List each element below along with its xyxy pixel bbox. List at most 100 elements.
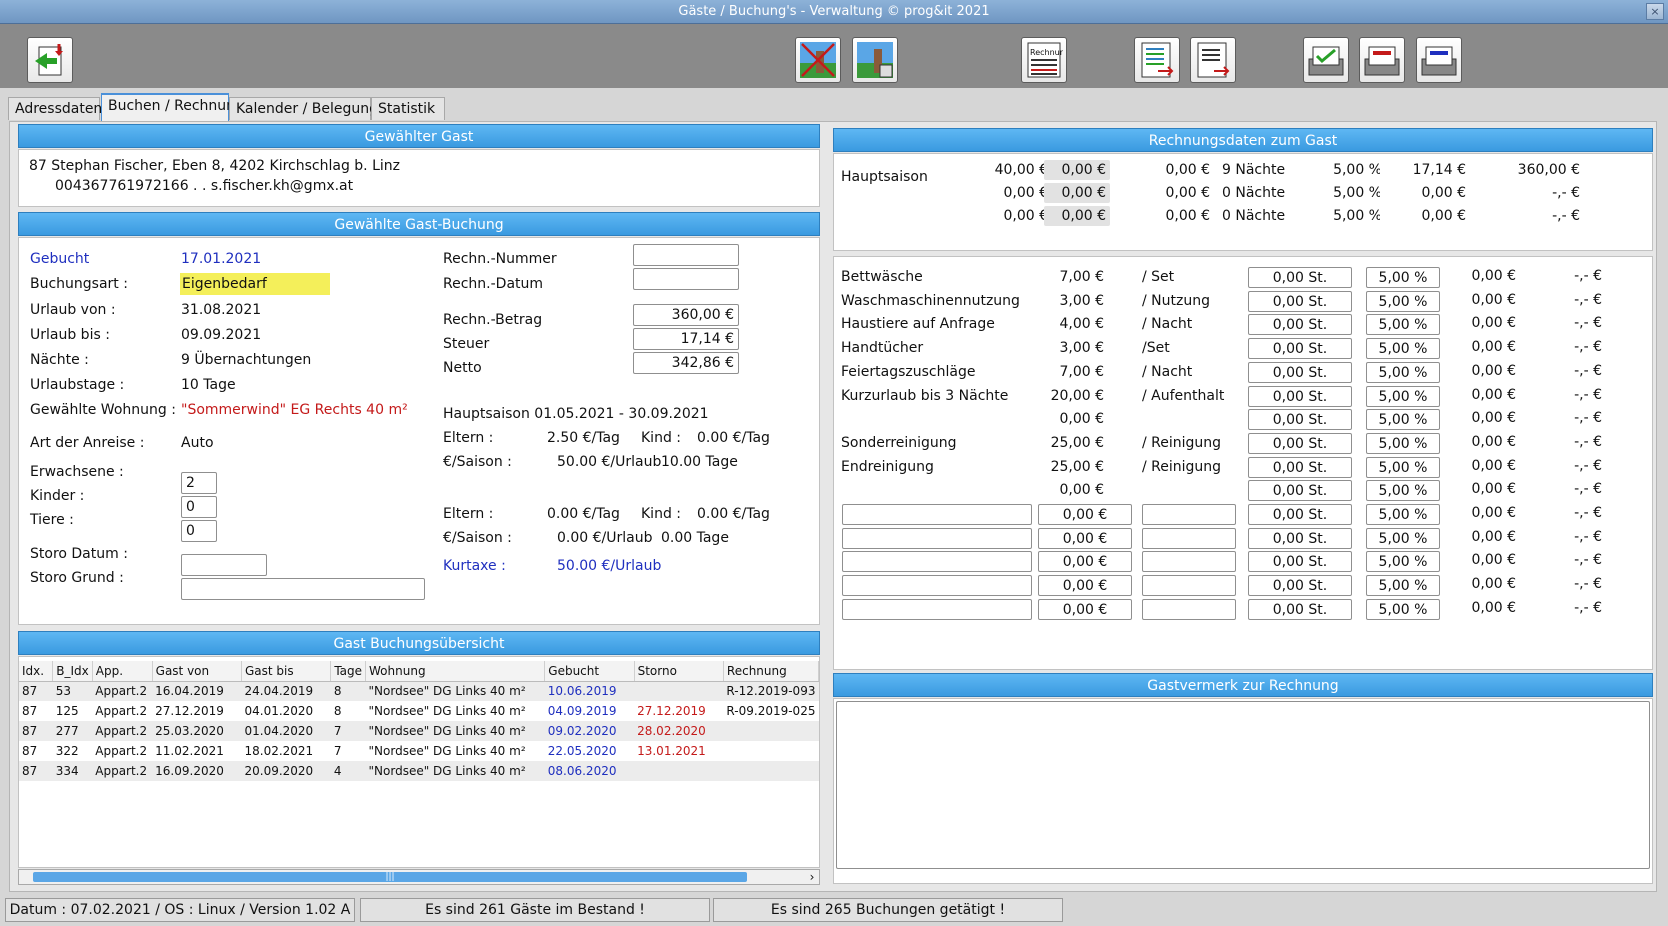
extra-name-input[interactable] [842, 504, 1032, 525]
extra-pct-input[interactable]: 5,00 % [1366, 551, 1440, 573]
extra-price-input[interactable]: 0,00 € [1038, 551, 1132, 573]
extra-pct-input[interactable]: 5,00 % [1366, 385, 1440, 407]
season-row-cell[interactable]: 0,00 € [1044, 160, 1110, 180]
mail-green-button[interactable] [1303, 37, 1349, 83]
table-row[interactable]: 87 334 Appart.2 16.09.2020 20.09.2020 4 "Nords… [19, 761, 819, 781]
extra-name: Waschmaschinennutzung [841, 292, 1020, 309]
extra-unit-input[interactable] [1142, 527, 1236, 549]
column-header[interactable]: Tage [330, 661, 367, 682]
extra-pct-input[interactable]: 5,00 % [1366, 314, 1440, 336]
horizontal-scrollbar[interactable]: ||| › [18, 869, 820, 885]
table-row[interactable]: 87 125 Appart.2 27.12.2019 04.01.2020 8 "Nords… [19, 701, 819, 721]
mail-red-button[interactable] [1359, 37, 1405, 83]
kurtaxe-label: Kurtaxe : [443, 558, 506, 574]
kinder-input[interactable]: 0 [181, 496, 217, 518]
table-row[interactable]: 87 322 Appart.2 11.02.2021 18.02.2021 7 "Nords… [19, 741, 819, 761]
extra-qty-input[interactable]: 0,00 St. [1248, 575, 1352, 597]
extra-price-input[interactable]: 0,00 € [1038, 575, 1132, 597]
rechn-nummer-input[interactable] [633, 244, 739, 266]
extra-qty-input[interactable]: 0,00 St. [1248, 480, 1352, 502]
extra-unit-input[interactable] [1142, 575, 1236, 597]
extra-qty-input[interactable]: 0,00 St. [1248, 504, 1352, 525]
extra-qty-input[interactable]: 0,00 St. [1248, 598, 1352, 620]
extra-qty-input[interactable]: 0,00 St. [1248, 527, 1352, 549]
column-header[interactable]: Storno [634, 661, 724, 682]
extra-qty-input[interactable]: 0,00 St. [1248, 409, 1352, 431]
extra-name-input[interactable] [842, 598, 1032, 620]
extra-price: 0,00 € [1059, 482, 1104, 499]
extra-name-input[interactable] [842, 575, 1032, 597]
tab-statistik[interactable]: Statistik [371, 97, 445, 120]
extra-pct-input[interactable]: 5,00 % [1366, 504, 1440, 525]
extra-pct-input[interactable]: 5,00 % [1366, 267, 1440, 288]
extra-price-input[interactable]: 0,00 € [1038, 527, 1132, 549]
column-header[interactable]: Wohnung [365, 661, 546, 682]
extra-pct-input[interactable]: 5,00 % [1366, 338, 1440, 360]
column-header[interactable]: Gebucht [544, 661, 635, 682]
extra-unit-input[interactable] [1142, 504, 1236, 525]
extra-pct-input[interactable]: 5,00 % [1366, 409, 1440, 431]
extra-qty-input[interactable]: 0,00 St. [1248, 456, 1352, 478]
close-button[interactable]: × [1646, 3, 1664, 20]
extra-pct-input[interactable]: 5,00 % [1366, 527, 1440, 549]
exit-button[interactable] [27, 37, 73, 83]
extra-pct-input[interactable]: 5,00 % [1366, 361, 1440, 383]
table-row[interactable]: 87 277 Appart.2 25.03.2020 01.04.2020 7 "Nords… [19, 721, 819, 741]
extra-qty-input[interactable]: 0,00 St. [1248, 551, 1352, 573]
tab-buchen-rechnung[interactable]: Buchen / Rechnung [101, 93, 244, 121]
extra-qty-input[interactable]: 0,00 St. [1248, 432, 1352, 454]
urlaubstage-label: Urlaubstage : [30, 377, 125, 393]
table-row[interactable]: 87 53 Appart.2 16.04.2019 24.04.2019 8 "Nordse… [19, 681, 819, 701]
extra-qty-input[interactable]: 0,00 St. [1248, 385, 1352, 407]
column-header[interactable]: Rechnung [723, 661, 820, 682]
extra-qty-input[interactable]: 0,00 St. [1248, 314, 1352, 336]
invoice-button[interactable]: Rechnung [1021, 37, 1067, 83]
extra-name-input[interactable] [842, 527, 1032, 549]
extra-pct-input[interactable]: 5,00 % [1366, 456, 1440, 478]
extra-price-input[interactable]: 0,00 € [1038, 598, 1132, 620]
extra-unit-input[interactable] [1142, 551, 1236, 573]
storo-grund-input[interactable] [181, 578, 425, 600]
column-header[interactable]: App. [92, 661, 153, 682]
season-row-cell: 17,14 € [1380, 160, 1470, 180]
season-row-cell[interactable]: 0,00 € [1044, 206, 1110, 226]
extra-pct-input[interactable]: 5,00 % [1366, 598, 1440, 620]
erwachsene-input[interactable]: 2 [181, 472, 217, 494]
column-header[interactable]: Gast von [152, 661, 242, 682]
extra-name-input[interactable] [842, 551, 1032, 573]
extra-pct-input[interactable]: 5,00 % [1366, 575, 1440, 597]
column-header[interactable]: B_Idx [52, 661, 93, 682]
extra-qty-input[interactable]: 0,00 St. [1248, 361, 1352, 383]
extra-unit-input[interactable] [1142, 598, 1236, 620]
column-header[interactable]: Idx. [19, 661, 54, 682]
tab-adressdaten[interactable]: Adressdaten [8, 97, 102, 120]
extra-qty-input[interactable]: 0,00 St. [1248, 267, 1352, 288]
extra-pct-input[interactable]: 5,00 % [1366, 480, 1440, 502]
extra-name: Endreinigung [841, 458, 934, 475]
extra-pct-input[interactable]: 5,00 % [1366, 290, 1440, 312]
rechn-datum-input[interactable] [633, 268, 739, 290]
buchungsart-value[interactable]: Eigenbedarf [180, 273, 330, 295]
document-export-button[interactable] [1190, 37, 1236, 83]
extra-pct-input[interactable]: 5,00 % [1366, 432, 1440, 454]
season-row-cell: 0,00 € [952, 206, 1052, 226]
extra-total: -,- € [1574, 268, 1602, 284]
extra-qty-input[interactable]: 0,00 St. [1248, 338, 1352, 360]
extra-tax: 0,00 € [1471, 268, 1516, 284]
column-header[interactable]: Gast bis [241, 661, 332, 682]
extra-unit: / Reinigung [1142, 434, 1222, 451]
print-booking-button[interactable] [852, 37, 898, 83]
extra-tax: 0,00 € [1471, 505, 1516, 521]
scrollbar-thumb[interactable]: ||| [33, 872, 747, 882]
extra-price-input[interactable]: 0,00 € [1038, 504, 1132, 525]
list-export-button[interactable] [1134, 37, 1180, 83]
season-row-cell[interactable]: 0,00 € [1044, 183, 1110, 203]
tab-kalender-belegung[interactable]: Kalender / Belegung [229, 97, 378, 120]
extra-qty-input[interactable]: 0,00 St. [1248, 290, 1352, 312]
scroll-right-arrow[interactable]: › [805, 870, 819, 884]
cancel-booking-button[interactable] [795, 37, 841, 83]
note-textarea[interactable] [836, 701, 1650, 869]
tiere-input[interactable]: 0 [181, 520, 217, 542]
storo-datum-input[interactable] [181, 554, 267, 576]
mail-blue-button[interactable] [1416, 37, 1462, 83]
